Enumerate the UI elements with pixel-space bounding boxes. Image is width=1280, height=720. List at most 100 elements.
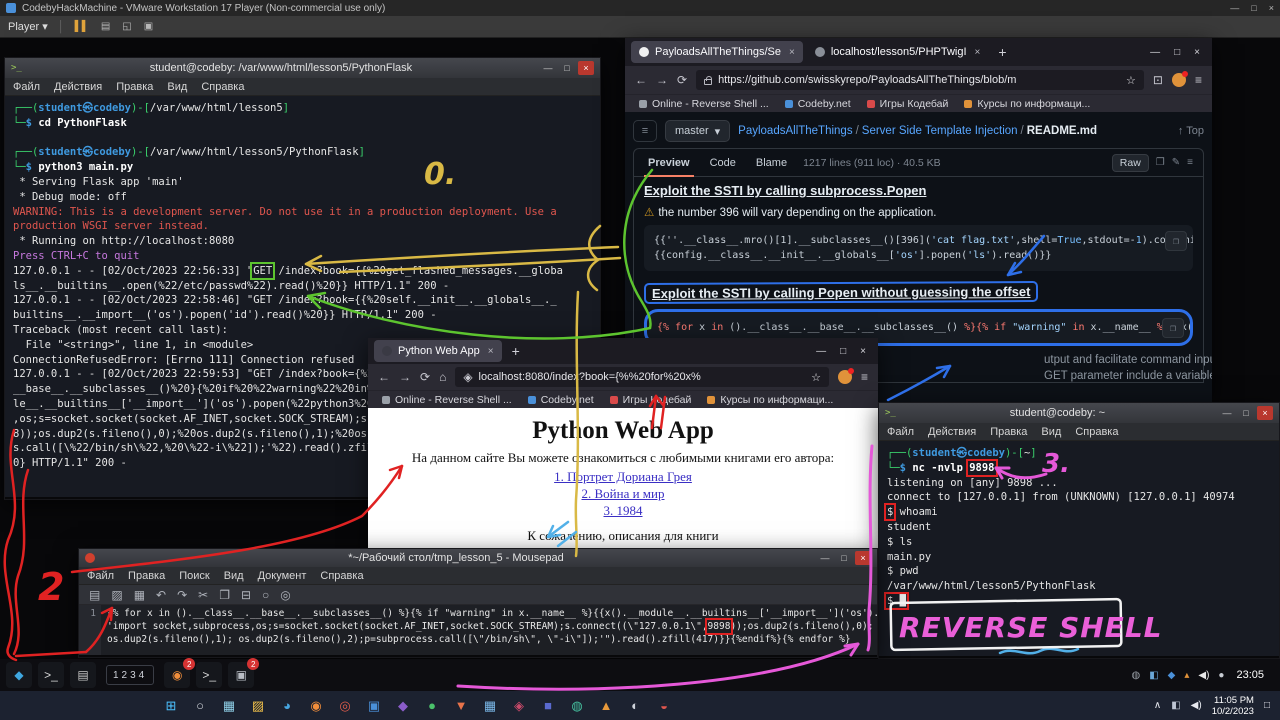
menu-item[interactable]: Справка <box>201 81 244 93</box>
copy-icon[interactable]: ❐ <box>1156 157 1165 168</box>
url-text[interactable]: localhost:8080/index?book={%%20for%20x% <box>479 371 806 383</box>
maximize-button[interactable]: □ <box>1238 406 1254 420</box>
panel-clock[interactable]: 23:05 <box>1236 669 1264 681</box>
new-tab-button[interactable]: + <box>992 44 1012 60</box>
start-button[interactable]: ⊞ <box>160 695 182 717</box>
close-button[interactable]: × <box>855 551 871 565</box>
terminal-titlebar[interactable]: >_ student@codeby: /var/www/html/lesson5… <box>5 58 600 78</box>
breadcrumb-repo-link[interactable]: PayloadsAllTheThings <box>738 125 852 137</box>
maximize-button[interactable]: □ <box>1251 3 1256 13</box>
back-icon[interactable]: ← <box>635 73 647 87</box>
forward-icon[interactable]: → <box>399 370 411 384</box>
tray-display-icon[interactable]: ◍ <box>1131 670 1140 681</box>
bookmark-star-icon[interactable]: ☆ <box>1126 74 1136 87</box>
find-icon[interactable]: ○ <box>262 588 269 602</box>
menu-item[interactable]: Правка <box>990 426 1027 438</box>
tab-localhost-phptwig[interactable]: localhost/lesson5/PHPTwigI × <box>807 41 989 63</box>
menu-item[interactable]: Файл <box>87 570 114 582</box>
bookmark-item[interactable]: Игры Кодебай <box>867 98 949 110</box>
undo-icon[interactable]: ↶ <box>156 588 166 602</box>
browser-firefox-icon[interactable]: ◉ <box>305 695 327 717</box>
close-button[interactable]: × <box>1257 406 1273 420</box>
vmware-icon[interactable]: ▦ <box>479 695 501 717</box>
fullscreen-button[interactable]: ◱ <box>122 21 131 32</box>
open-file-icon[interactable]: ▨ <box>111 588 122 602</box>
url-text[interactable]: https://github.com/swisskyrepo/PayloadsA… <box>718 74 1120 86</box>
edit-pencil-icon[interactable]: ✎ <box>1172 157 1180 168</box>
editor-task-icon[interactable]: ▣2 <box>228 662 254 688</box>
bookmark-item[interactable]: Курсы по информаци... <box>707 394 833 406</box>
app-icon-5[interactable]: ◈ <box>508 695 530 717</box>
terminal-launcher-icon[interactable]: >_ <box>38 662 64 688</box>
minimize-button[interactable]: — <box>540 61 556 75</box>
tab-python-web-app[interactable]: Python Web App × <box>374 340 502 362</box>
workspace-switcher[interactable]: 1234 <box>106 665 154 685</box>
maximize-button[interactable]: □ <box>559 61 575 75</box>
menu-item[interactable]: Файл <box>13 81 40 93</box>
book-link[interactable]: 1. Портрет Дориана Грея <box>368 469 878 485</box>
app-icon-3[interactable]: ● <box>421 695 443 717</box>
reload-icon[interactable]: ⟳ <box>677 73 687 87</box>
editor-titlebar[interactable]: *~/Рабочий стол/tmp_lesson_5 - Mousepad … <box>79 549 877 567</box>
close-button[interactable]: × <box>1269 3 1274 13</box>
minimize-button[interactable]: — <box>1150 47 1160 58</box>
notification-center-icon[interactable]: □ <box>1264 700 1270 711</box>
readme-heading-popen-offset[interactable]: Exploit the SSTI by calling Popen withou… <box>644 281 1039 304</box>
menu-item[interactable]: Справка <box>1075 426 1118 438</box>
terminal-content[interactable]: ┌──(student㉿codeby)-[~]└─$ nc -nvlp 9898… <box>879 441 1279 656</box>
app-menu-icon[interactable]: ◆ <box>6 662 32 688</box>
extensions-icon[interactable]: ⊡ <box>1153 73 1163 87</box>
task-view-button[interactable]: ▦ <box>218 695 240 717</box>
code-block-subprocess[interactable]: ❐{{''.__class__.mro()[1].__subclasses__(… <box>644 225 1193 271</box>
player-menu[interactable]: Player ▾ <box>8 20 48 33</box>
app-icon-9[interactable]: ◐ <box>624 695 646 717</box>
menu-item[interactable]: Правка <box>128 570 165 582</box>
maximize-button[interactable]: □ <box>840 346 846 357</box>
browser-edge-icon[interactable]: ◕ <box>276 695 298 717</box>
bookmark-item[interactable]: Online - Reverse Shell ... <box>382 394 512 406</box>
tray-update-icon[interactable]: ▴ <box>1184 670 1189 681</box>
new-file-icon[interactable]: ▤ <box>89 588 100 602</box>
maximize-button[interactable]: □ <box>1174 47 1180 58</box>
mousepad-window[interactable]: *~/Рабочий стол/tmp_lesson_5 - Mousepad … <box>78 548 878 658</box>
readme-heading-subprocess-popen[interactable]: Exploit the SSTI by calling subprocess.P… <box>644 183 1193 198</box>
file-explorer-button[interactable]: ▨ <box>247 695 269 717</box>
menu-item[interactable]: Документ <box>258 570 307 582</box>
tab-close-icon[interactable]: × <box>789 47 795 58</box>
editor-body[interactable]: 1 {% for x in ().__class__.__base__.__su… <box>79 605 877 655</box>
menu-icon[interactable]: ≡ <box>1195 73 1202 87</box>
home-icon[interactable]: ⌂ <box>439 370 446 384</box>
cut-icon[interactable]: ✂ <box>198 588 208 602</box>
new-tab-button[interactable]: + <box>506 343 526 359</box>
menu-item[interactable]: Правка <box>116 81 153 93</box>
file-tree-toggle-icon[interactable]: ≡ <box>633 120 657 142</box>
paste-icon[interactable]: ⊟ <box>241 588 251 602</box>
devices-button[interactable]: ▣ <box>144 21 153 32</box>
find-replace-icon[interactable]: ◎ <box>280 588 290 602</box>
more-options-icon[interactable]: ≡ <box>1187 157 1193 168</box>
back-icon[interactable]: ← <box>378 370 390 384</box>
menu-item[interactable]: Действия <box>54 81 102 93</box>
minimize-button[interactable]: — <box>1219 406 1235 420</box>
bookmark-item[interactable]: Codeby.net <box>785 98 851 110</box>
tray-network-icon[interactable]: ◧ <box>1149 670 1158 681</box>
firefox-window-webapp[interactable]: Python Web App × + — □ × ← → ⟳ ⌂ ◈ local… <box>368 338 878 560</box>
menu-icon[interactable]: ≡ <box>861 370 868 384</box>
menu-item[interactable]: Вид <box>224 570 244 582</box>
copy-icon[interactable]: ❐ <box>219 588 230 602</box>
forward-icon[interactable]: → <box>656 73 668 87</box>
terminal-titlebar[interactable]: >_ student@codeby: ~ — □ × <box>879 403 1279 423</box>
redo-icon[interactable]: ↷ <box>177 588 187 602</box>
bookmark-item[interactable]: Online - Reverse Shell ... <box>639 98 769 110</box>
minimize-button[interactable]: — <box>817 551 833 565</box>
raw-button[interactable]: Raw <box>1112 154 1149 172</box>
save-file-icon[interactable]: ▦ <box>134 588 145 602</box>
copy-code-icon[interactable]: ❐ <box>1162 318 1184 338</box>
terminal-window-netcat[interactable]: >_ student@codeby: ~ — □ × ФайлДействияП… <box>878 402 1280 659</box>
search-button[interactable]: ○ <box>189 695 211 717</box>
taskbar-clock[interactable]: 11:05 PM 10/2/2023 <box>1212 695 1254 717</box>
app-icon-1[interactable]: ▣ <box>363 695 385 717</box>
tray-expand-icon[interactable]: ∧ <box>1154 700 1161 711</box>
app-icon-8[interactable]: ▲ <box>595 695 617 717</box>
menu-item[interactable]: Справка <box>320 570 363 582</box>
